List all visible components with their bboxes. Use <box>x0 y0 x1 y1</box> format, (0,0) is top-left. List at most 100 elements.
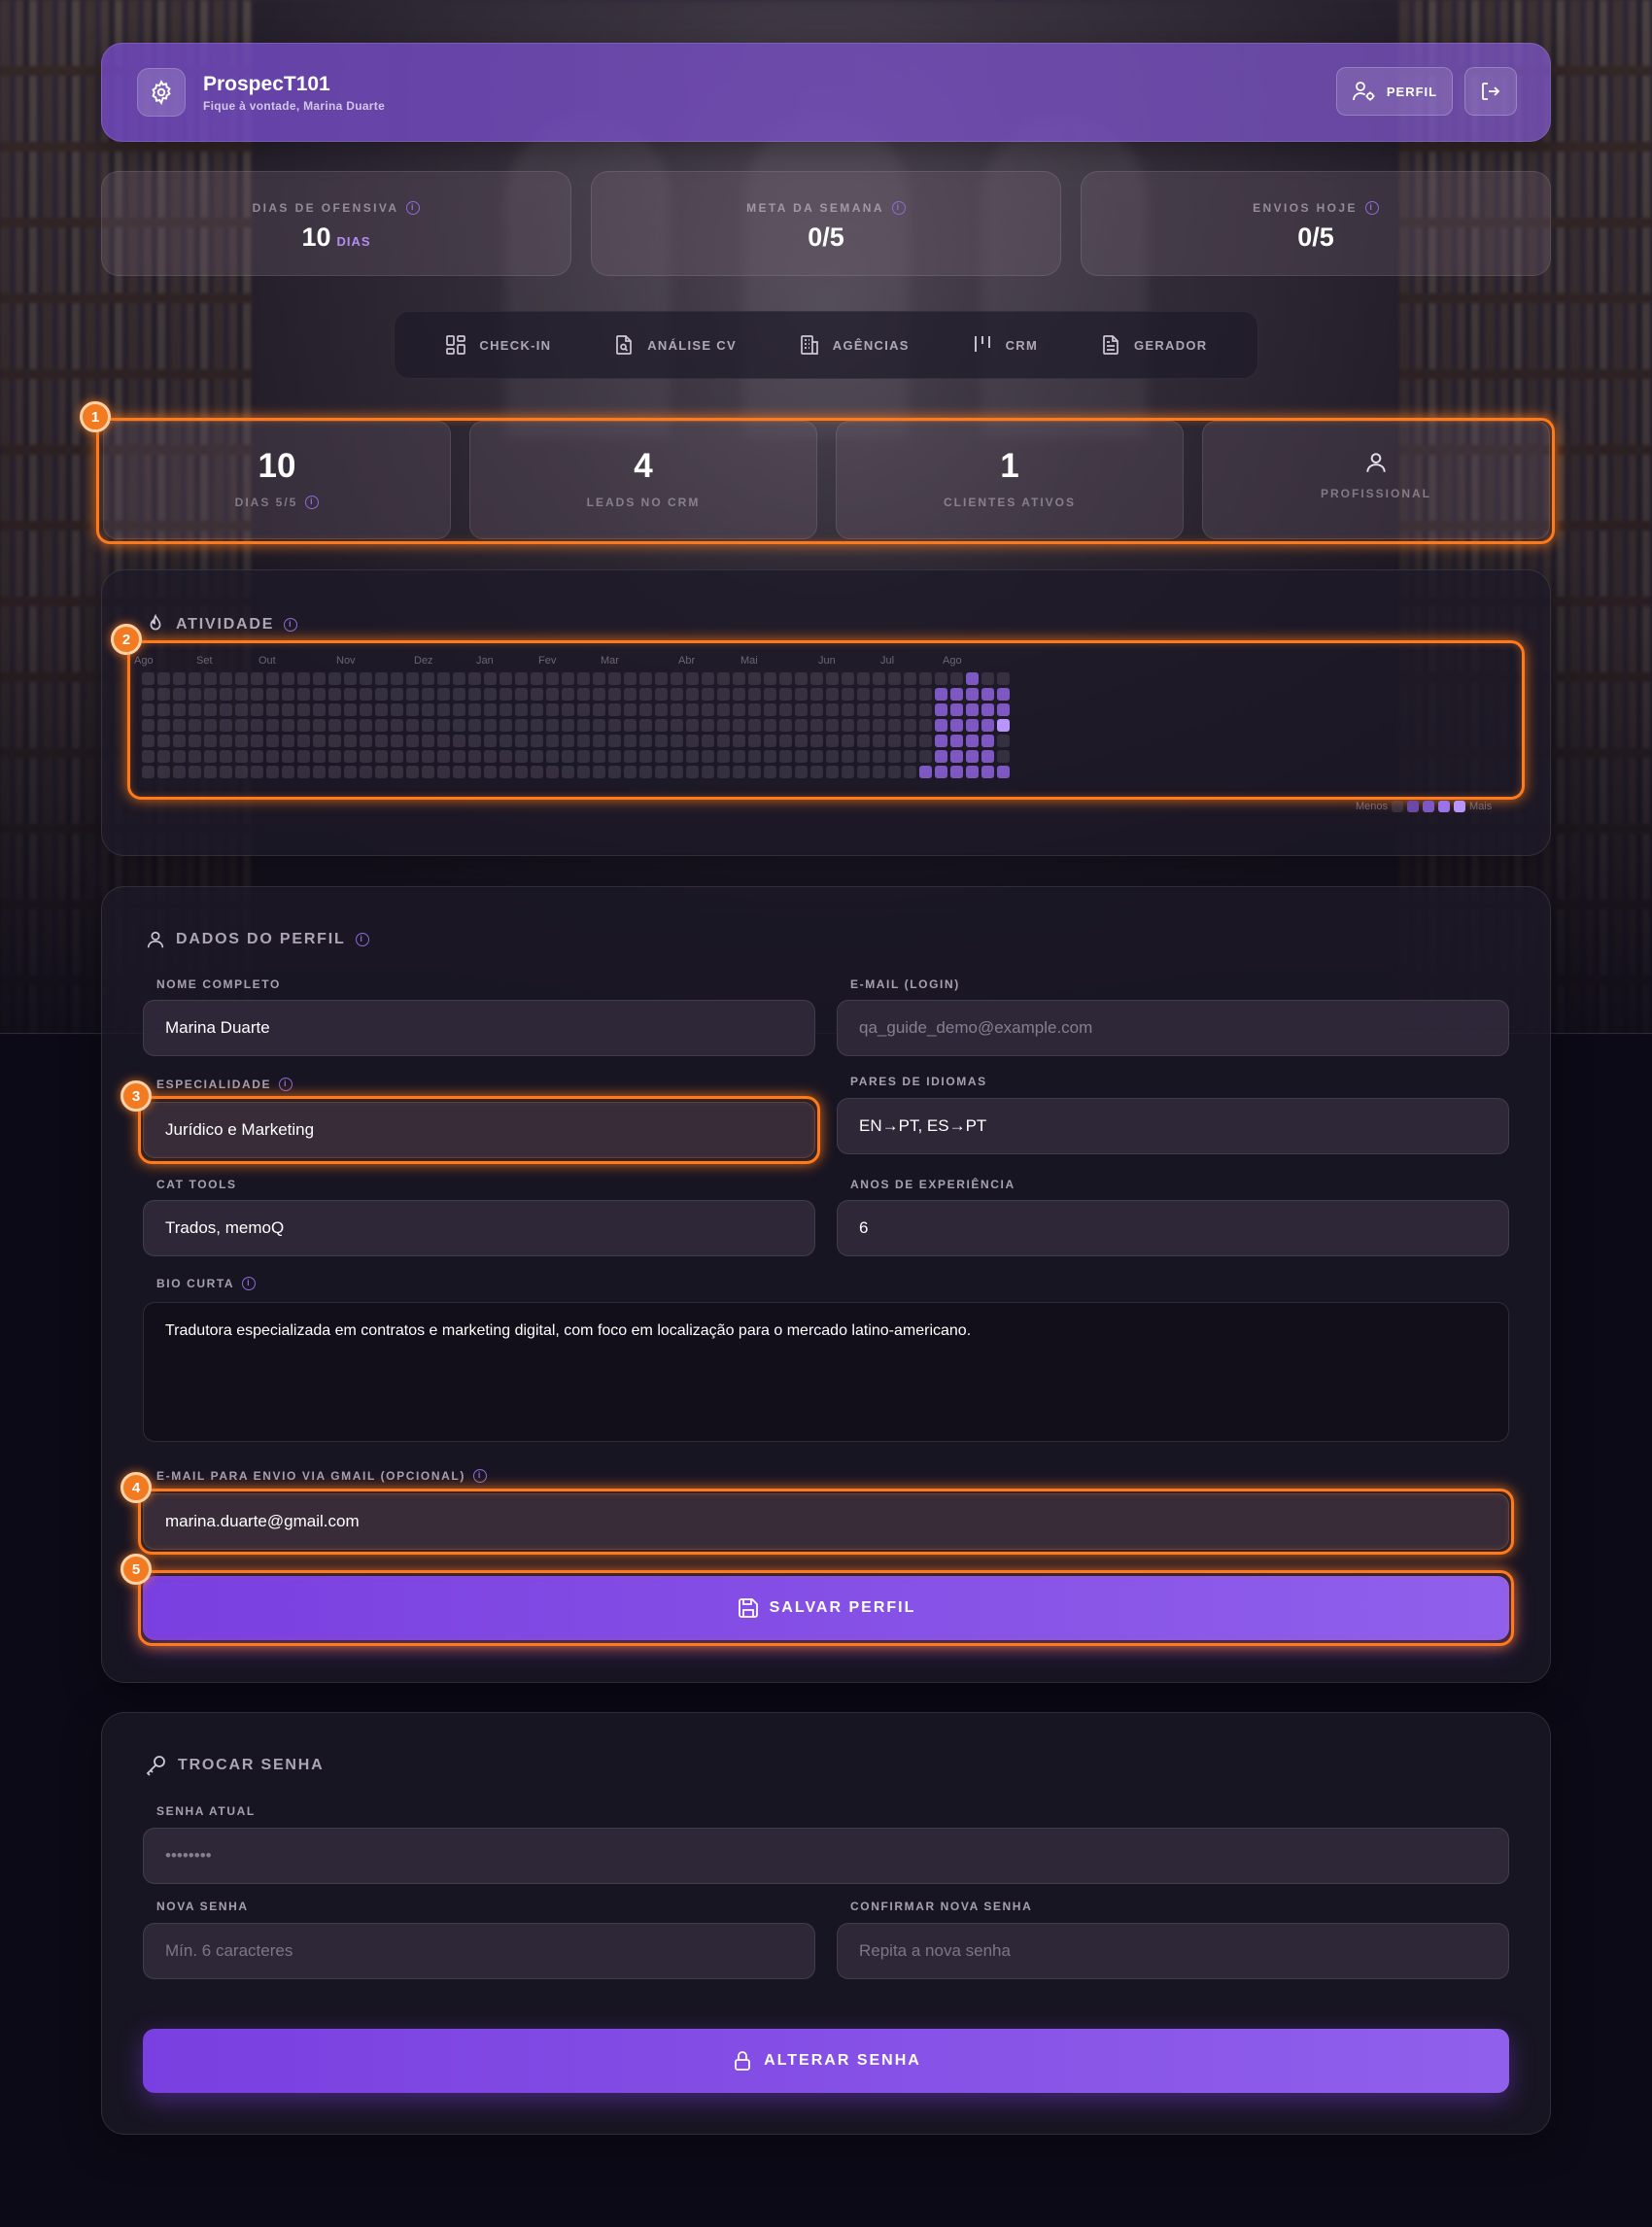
heatmap-cell[interactable] <box>671 703 683 716</box>
heatmap-cell[interactable] <box>608 688 621 701</box>
heatmap-cell[interactable] <box>157 719 170 732</box>
heatmap-cell[interactable] <box>639 688 652 701</box>
heatmap-cell[interactable] <box>857 735 870 747</box>
heatmap-cell[interactable] <box>531 766 543 778</box>
heatmap-cell[interactable] <box>577 672 590 685</box>
heatmap-cell[interactable] <box>157 703 170 716</box>
heatmap-cell[interactable] <box>437 750 450 763</box>
heatmap-cell[interactable] <box>764 703 776 716</box>
heatmap-cell[interactable] <box>142 688 155 701</box>
heatmap-cell[interactable] <box>531 719 543 732</box>
heatmap-cell[interactable] <box>671 766 683 778</box>
heatmap-cell[interactable] <box>173 703 186 716</box>
heatmap-cell[interactable] <box>344 672 357 685</box>
heatmap-cell[interactable] <box>266 766 279 778</box>
heatmap-cell[interactable] <box>391 766 403 778</box>
heatmap-cell[interactable] <box>468 688 481 701</box>
heatmap-cell[interactable] <box>873 766 885 778</box>
heatmap-cell[interactable] <box>639 750 652 763</box>
nav-crm[interactable]: CRM <box>971 333 1039 357</box>
heatmap-cell[interactable] <box>733 703 745 716</box>
heatmap-cell[interactable] <box>608 672 621 685</box>
heatmap-cell[interactable] <box>795 719 808 732</box>
heatmap-cell[interactable] <box>624 688 637 701</box>
heatmap-cell[interactable] <box>748 766 761 778</box>
change-password-button[interactable]: ALTERAR SENHA <box>143 2029 1509 2093</box>
heatmap-cell[interactable] <box>189 703 201 716</box>
languages-input[interactable] <box>837 1098 1509 1154</box>
heatmap-cell[interactable] <box>810 750 823 763</box>
heatmap-cell[interactable] <box>779 703 792 716</box>
heatmap-cell[interactable] <box>826 750 839 763</box>
heatmap-cell[interactable] <box>888 672 901 685</box>
heatmap-cell[interactable] <box>717 688 730 701</box>
heatmap-cell[interactable] <box>220 750 232 763</box>
heatmap-cell[interactable] <box>795 672 808 685</box>
heatmap-cell[interactable] <box>593 703 605 716</box>
heatmap-cell[interactable] <box>702 719 714 732</box>
heatmap-cell[interactable] <box>282 766 294 778</box>
info-icon[interactable]: i <box>305 496 320 509</box>
heatmap-cell[interactable] <box>935 750 947 763</box>
heatmap-cell[interactable] <box>142 703 155 716</box>
heatmap-cell[interactable] <box>795 688 808 701</box>
heatmap-cell[interactable] <box>935 672 947 685</box>
heatmap-cell[interactable] <box>981 735 994 747</box>
heatmap-cell[interactable] <box>779 672 792 685</box>
heatmap-cell[interactable] <box>981 766 994 778</box>
heatmap-cell[interactable] <box>857 719 870 732</box>
heatmap-cell[interactable] <box>406 735 419 747</box>
heatmap-cell[interactable] <box>204 703 217 716</box>
heatmap-cell[interactable] <box>904 703 916 716</box>
heatmap-cell[interactable] <box>391 703 403 716</box>
nav-agencias[interactable]: AGÊNCIAS <box>798 333 910 357</box>
profile-button[interactable]: PERFIL <box>1336 67 1453 116</box>
heatmap-cell[interactable] <box>546 719 559 732</box>
heatmap-cell[interactable] <box>453 735 465 747</box>
nav-gerador[interactable]: GERADOR <box>1099 333 1208 357</box>
heatmap-cell[interactable] <box>686 735 699 747</box>
heatmap-cell[interactable] <box>266 719 279 732</box>
heatmap-cell[interactable] <box>873 719 885 732</box>
heatmap-cell[interactable] <box>904 719 916 732</box>
heatmap-cell[interactable] <box>344 766 357 778</box>
heatmap-cell[interactable] <box>484 735 497 747</box>
heatmap-cell[interactable] <box>422 766 434 778</box>
heatmap-cell[interactable] <box>313 672 326 685</box>
heatmap-cell[interactable] <box>437 719 450 732</box>
heatmap-cell[interactable] <box>562 672 574 685</box>
heatmap-cell[interactable] <box>624 750 637 763</box>
heatmap-cell[interactable] <box>360 688 372 701</box>
heatmap-cell[interactable] <box>189 766 201 778</box>
heatmap-cell[interactable] <box>157 766 170 778</box>
heatmap-cell[interactable] <box>562 719 574 732</box>
heatmap-cell[interactable] <box>328 735 341 747</box>
heatmap-cell[interactable] <box>515 719 528 732</box>
heatmap-cell[interactable] <box>266 750 279 763</box>
heatmap-cell[interactable] <box>515 766 528 778</box>
heatmap-cell[interactable] <box>406 688 419 701</box>
heatmap-cell[interactable] <box>904 688 916 701</box>
heatmap-cell[interactable] <box>966 703 979 716</box>
heatmap-cell[interactable] <box>686 672 699 685</box>
heatmap-cell[interactable] <box>484 719 497 732</box>
heatmap-cell[interactable] <box>639 703 652 716</box>
heatmap-cell[interactable] <box>671 688 683 701</box>
heatmap-cell[interactable] <box>468 703 481 716</box>
heatmap-cell[interactable] <box>282 750 294 763</box>
heatmap-cell[interactable] <box>686 688 699 701</box>
heatmap-cell[interactable] <box>686 703 699 716</box>
heatmap-cell[interactable] <box>950 735 963 747</box>
heatmap-cell[interactable] <box>639 719 652 732</box>
heatmap-cell[interactable] <box>499 735 512 747</box>
heatmap-cell[interactable] <box>702 750 714 763</box>
heatmap-cell[interactable] <box>717 672 730 685</box>
heatmap-cell[interactable] <box>251 735 263 747</box>
heatmap-cell[interactable] <box>764 750 776 763</box>
heatmap-cell[interactable] <box>842 688 854 701</box>
heatmap-cell[interactable] <box>639 672 652 685</box>
heatmap-cell[interactable] <box>531 672 543 685</box>
heatmap-cell[interactable] <box>873 672 885 685</box>
heatmap-cell[interactable] <box>251 766 263 778</box>
heatmap-cell[interactable] <box>639 735 652 747</box>
